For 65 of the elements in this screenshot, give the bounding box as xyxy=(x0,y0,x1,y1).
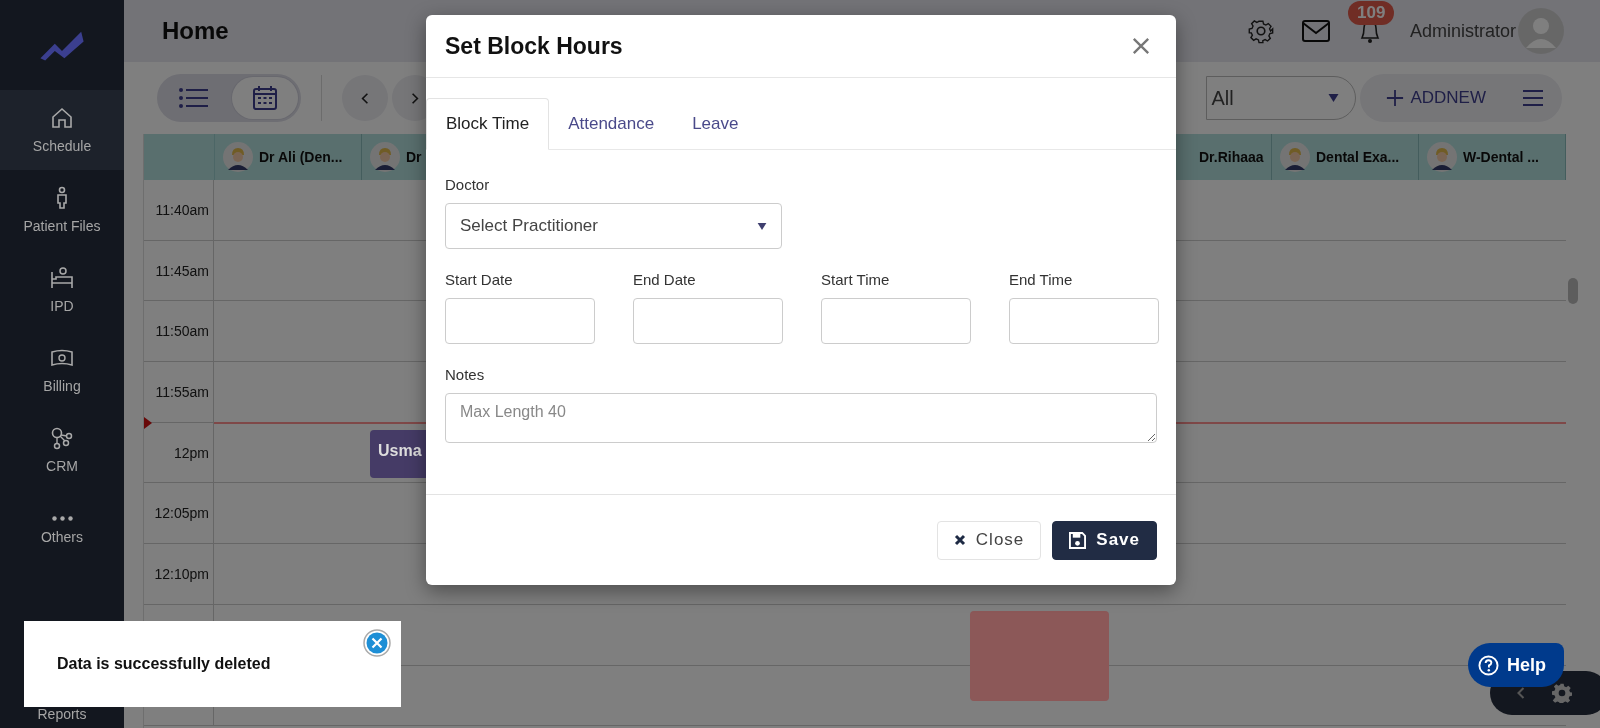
time-label: 11:50am xyxy=(155,323,209,340)
help-icon xyxy=(1478,654,1499,676)
sidebar-item[interactable]: Others xyxy=(0,490,124,570)
input-field[interactable] xyxy=(633,298,783,344)
field-label: End Time xyxy=(1009,271,1074,288)
tab[interactable]: Attendance xyxy=(549,98,674,149)
home-icon xyxy=(50,106,74,130)
input-field[interactable] xyxy=(821,298,971,344)
chevron-left-icon xyxy=(361,91,369,105)
tab[interactable]: Leave xyxy=(673,98,758,149)
field-label: Start Time xyxy=(821,271,891,288)
close-icon[interactable] xyxy=(1132,37,1150,55)
time-label: 11:45am xyxy=(155,262,209,279)
time-label: 12:05pm xyxy=(154,505,209,522)
time-label: 11:55am xyxy=(155,383,209,400)
field-label: Start Date xyxy=(445,271,514,288)
network-icon xyxy=(50,426,74,450)
more-icon xyxy=(51,515,73,521)
column-header[interactable]: Dr Ali (Den... xyxy=(215,134,362,180)
input-field[interactable] xyxy=(445,298,595,344)
avatar-icon xyxy=(223,142,253,172)
sidebar-item[interactable]: Billing xyxy=(0,330,124,410)
sidebar-item[interactable]: Reports xyxy=(0,706,124,728)
calendar-icon xyxy=(252,85,278,111)
close-icon[interactable] xyxy=(363,629,391,657)
save-button[interactable]: Save xyxy=(1052,520,1157,560)
column-header[interactable]: Dental Exa... xyxy=(1272,134,1419,180)
scrollbar-thumb[interactable] xyxy=(1568,278,1578,304)
practitioner-dropdown[interactable]: Select Practitioner xyxy=(445,203,782,249)
field-label: Notes xyxy=(445,366,486,383)
current-time-marker xyxy=(144,417,152,429)
field-label: End Date xyxy=(633,271,697,288)
tab[interactable]: Block Time xyxy=(426,98,550,150)
caret-icon xyxy=(757,222,767,230)
sidebar-item[interactable]: IPD xyxy=(0,250,124,330)
sidebar-item[interactable]: Schedule xyxy=(0,90,124,170)
gear-icon[interactable] xyxy=(1552,683,1572,703)
help-button[interactable]: Help xyxy=(1468,643,1564,687)
sidebar-item[interactable]: CRM xyxy=(0,410,124,490)
mail-icon[interactable] xyxy=(1301,20,1330,42)
list-icon xyxy=(178,87,208,109)
close-button[interactable]: Close xyxy=(936,520,1042,560)
bed-icon xyxy=(50,266,74,290)
avatar-icon xyxy=(1280,142,1310,172)
avatar-icon xyxy=(370,142,400,172)
field-label: Doctor xyxy=(445,176,491,193)
chevron-right-icon xyxy=(411,91,419,105)
calendar-view-button[interactable] xyxy=(232,77,298,119)
settings-icon[interactable] xyxy=(1247,18,1274,44)
notification-badge: 109 xyxy=(1347,1,1395,25)
time-label: 12pm xyxy=(173,444,209,461)
toast-message: Data is successfully deleted xyxy=(57,655,271,673)
close-icon xyxy=(953,534,966,546)
caret-icon xyxy=(1328,94,1340,102)
time-label: 12:10pm xyxy=(154,565,209,582)
dialog-title: Set Block Hours xyxy=(445,32,623,60)
avatar-icon xyxy=(1427,142,1457,172)
column-header[interactable]: W-Dental ... xyxy=(1419,134,1566,180)
plus-icon xyxy=(1386,89,1405,107)
sidebar-item[interactable]: Patient Files xyxy=(0,170,124,250)
menu-icon[interactable] xyxy=(1522,89,1544,107)
input-field[interactable] xyxy=(1009,298,1159,344)
notes-field[interactable]: Max Length 40 xyxy=(445,393,1157,443)
page-title: Home xyxy=(162,17,229,45)
time-label: 11:40am xyxy=(155,201,209,218)
